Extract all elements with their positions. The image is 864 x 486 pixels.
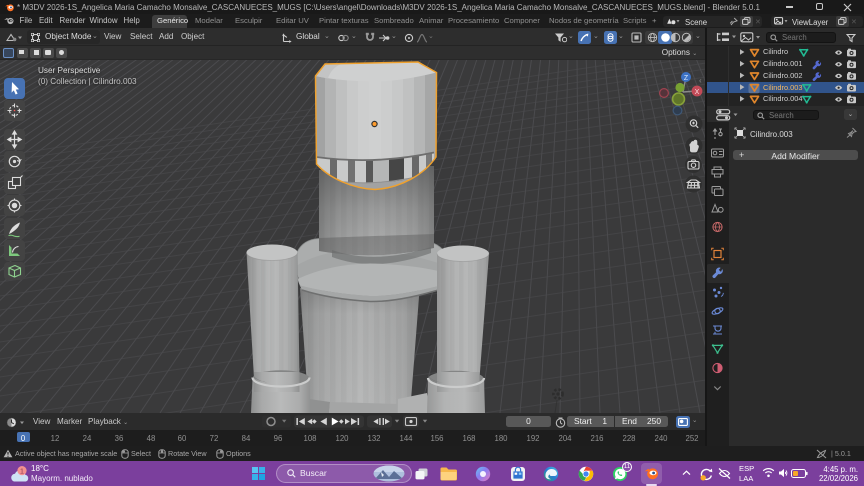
svg-text:1: 1	[20, 466, 24, 475]
svg-text:Z: Z	[684, 75, 689, 82]
svg-text:X: X	[695, 89, 700, 96]
